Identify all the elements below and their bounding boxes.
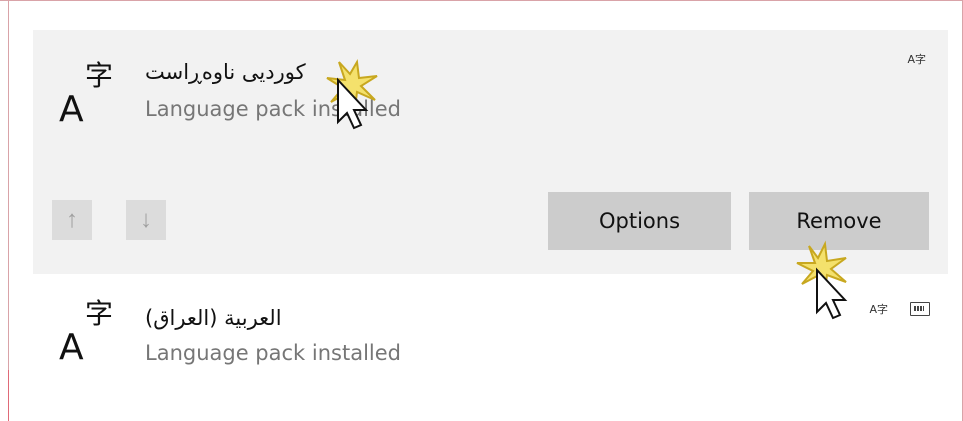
frame-border-top [0, 0, 963, 1]
keyboard-icon [910, 302, 930, 316]
language-icon: A 字 [59, 59, 114, 130]
language-name: كوردیی ناوەڕاست [145, 60, 306, 84]
move-up-button[interactable]: ↑ [52, 200, 92, 240]
mouse-cursor-icon [326, 58, 378, 130]
move-down-button[interactable]: ↓ [126, 200, 166, 240]
language-icon: A 字 [59, 297, 114, 368]
mouse-cursor-icon [796, 240, 848, 320]
frame-border-left-accent [8, 370, 9, 421]
options-button[interactable]: Options [548, 192, 731, 250]
language-feature-icon: A字 [907, 53, 926, 66]
language-status: Language pack installed [145, 341, 401, 365]
language-name: العربية (العراق) [145, 306, 282, 330]
frame-border-left [8, 0, 9, 421]
